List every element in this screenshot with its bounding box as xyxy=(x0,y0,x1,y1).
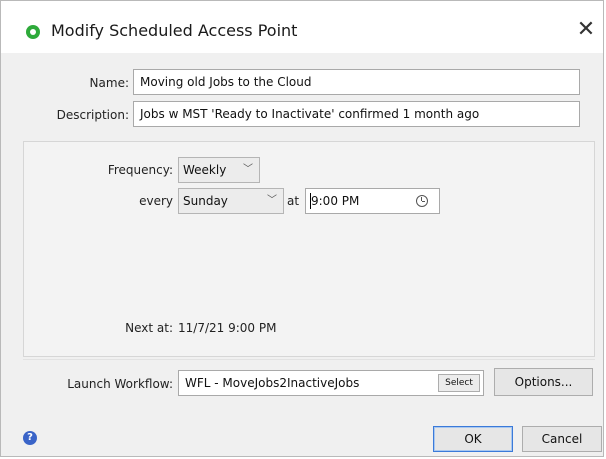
ok-button[interactable]: OK xyxy=(433,426,513,452)
day-dropdown[interactable]: Sunday ﹀ xyxy=(178,188,284,214)
at-label: at xyxy=(287,194,300,208)
every-label: every xyxy=(139,194,173,208)
chevron-down-icon: ﹀ xyxy=(267,195,277,206)
name-field[interactable]: Moving old Jobs to the Cloud xyxy=(133,69,580,95)
close-icon[interactable]: ✕ xyxy=(574,17,598,43)
clock-icon[interactable] xyxy=(416,195,428,207)
chevron-down-icon: ﹀ xyxy=(243,164,253,175)
divider xyxy=(23,359,595,360)
frequency-dropdown[interactable]: Weekly ﹀ xyxy=(178,157,260,183)
options-button[interactable]: Options... xyxy=(494,368,593,396)
title-bar: Modify Scheduled Access Point ✕ xyxy=(1,1,603,53)
modify-scheduled-access-point-dialog: Modify Scheduled Access Point ✕ Name: Mo… xyxy=(0,0,604,457)
workflow-value: WFL - MoveJobs2InactiveJobs xyxy=(185,376,360,390)
cancel-button[interactable]: Cancel xyxy=(522,426,602,452)
next-at-label: Next at: xyxy=(125,321,173,335)
description-field[interactable]: Jobs w MST 'Ready to Inactivate' confirm… xyxy=(133,101,580,127)
frequency-value: Weekly xyxy=(183,163,227,177)
next-at-value: 11/7/21 9:00 PM xyxy=(178,321,277,335)
green-circle-icon xyxy=(26,25,40,39)
frequency-label: Frequency: xyxy=(107,163,173,177)
name-label: Name: xyxy=(89,76,129,90)
time-value: 9:00 PM xyxy=(311,194,360,208)
text-caret xyxy=(310,193,311,209)
day-value: Sunday xyxy=(183,194,228,208)
description-label: Description: xyxy=(56,108,129,122)
select-workflow-button[interactable]: Select xyxy=(438,374,480,392)
launch-workflow-label: Launch Workflow: xyxy=(67,377,173,391)
dialog-title: Modify Scheduled Access Point xyxy=(51,21,298,40)
help-icon[interactable]: ? xyxy=(23,431,37,445)
